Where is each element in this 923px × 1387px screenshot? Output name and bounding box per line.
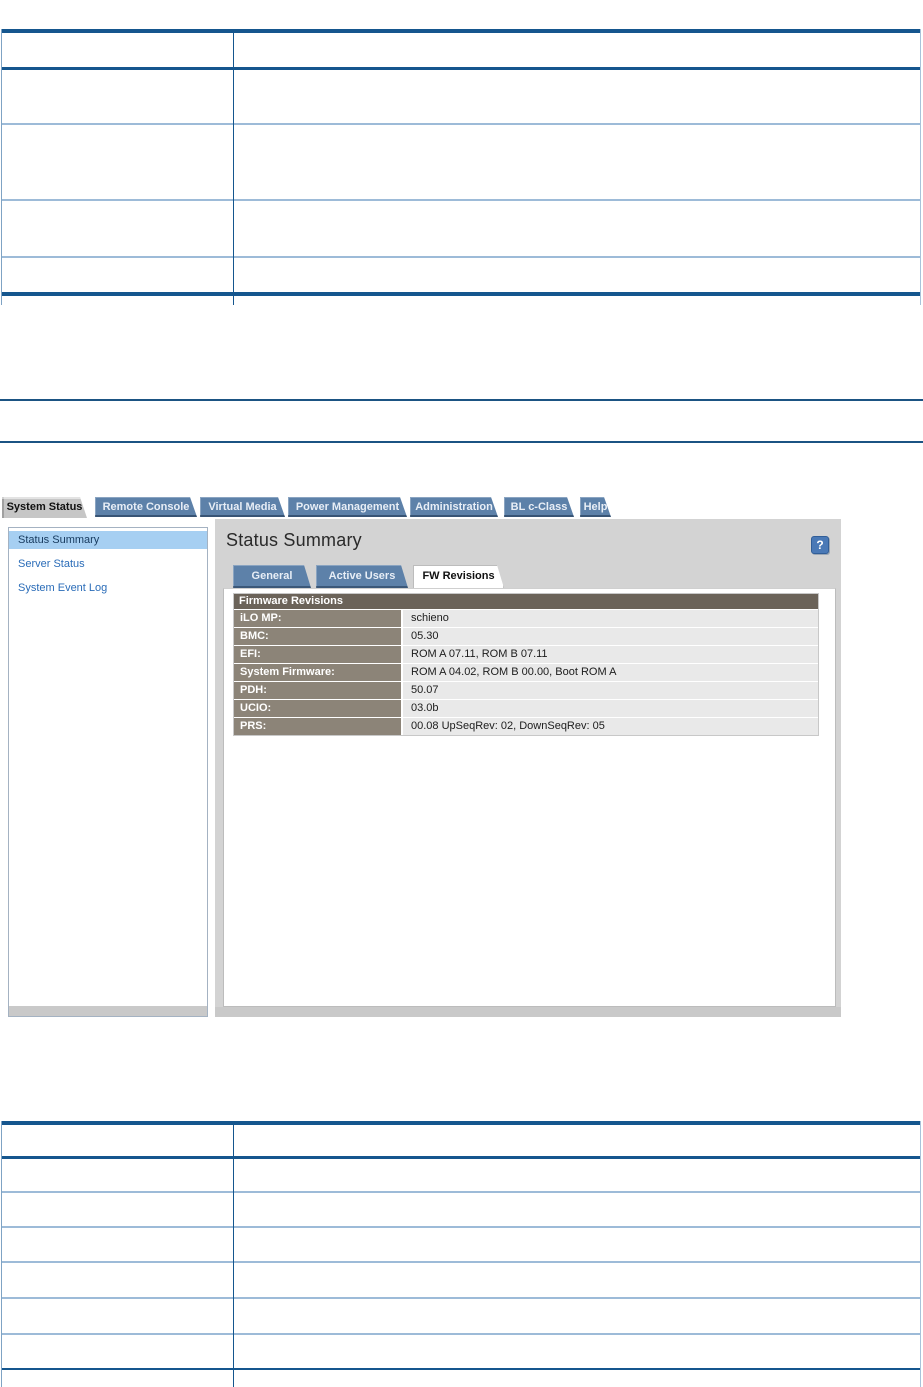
table-row (2, 1159, 920, 1193)
fw-table-header: Firmware Revisions (234, 594, 818, 609)
fw-row-bmc: BMC: 05.30 (234, 627, 818, 645)
fw-row-efi: EFI: ROM A 07.11, ROM B 07.11 (234, 645, 818, 663)
sidebar-item-status-summary[interactable]: Status Summary (9, 531, 207, 549)
table-row (2, 1263, 920, 1299)
column-divider (233, 1121, 234, 1387)
column-divider (233, 29, 234, 305)
fw-label: UCIO: (234, 699, 403, 717)
fw-label: EFI: (234, 645, 403, 663)
fw-row-pdh: PDH: 50.07 (234, 681, 818, 699)
table-row (2, 1125, 920, 1159)
subtab-fw-revisions[interactable]: FW Revisions (413, 565, 504, 588)
table-row (2, 258, 920, 292)
table-bottom-border (2, 292, 920, 296)
fw-value: ROM A 04.02, ROM B 00.00, Boot ROM A (403, 663, 818, 681)
page-title: Status Summary (226, 530, 362, 550)
document-page: System Status Remote Console Virtual Med… (0, 0, 923, 1387)
tab-power-management[interactable]: Power Management (288, 497, 407, 517)
fw-label: PRS: (234, 717, 403, 735)
horizontal-rule (0, 399, 923, 401)
sidebar-shadow (9, 1006, 207, 1016)
tab-system-status[interactable]: System Status (2, 497, 87, 518)
fw-row-system-firmware: System Firmware: ROM A 04.02, ROM B 00.0… (234, 663, 818, 681)
sidebar-item-system-event-log[interactable]: System Event Log (9, 579, 207, 597)
ilo-screenshot: System Status Remote Console Virtual Med… (2, 497, 862, 1018)
fw-label: iLO MP: (234, 609, 403, 627)
subtab-bar: General Active Users FW Revisions (233, 565, 509, 588)
table-row (2, 33, 920, 70)
fw-row-ilo-mp: iLO MP: schieno (234, 609, 818, 627)
content-panel: Firmware Revisions iLO MP: schieno BMC: … (223, 588, 836, 1007)
fw-value: 00.08 UpSeqRev: 02, DownSeqRev: 05 (403, 717, 818, 735)
fw-value: ROM A 07.11, ROM B 07.11 (403, 645, 818, 663)
tab-bl-c-class[interactable]: BL c-Class (504, 497, 574, 517)
main-panel: Status Summary ? General Active Users FW… (215, 519, 841, 1017)
bottom-table (1, 1121, 921, 1387)
fw-label: System Firmware: (234, 663, 403, 681)
fw-value: schieno (403, 609, 818, 627)
tab-remote-console[interactable]: Remote Console (95, 497, 197, 517)
table-row (2, 1228, 920, 1263)
fw-value: 50.07 (403, 681, 818, 699)
tab-administration[interactable]: Administration (410, 497, 498, 517)
sidebar: Status Summary Server Status System Even… (8, 527, 208, 1017)
fw-label: BMC: (234, 627, 403, 645)
fw-value: 05.30 (403, 627, 818, 645)
main-tab-bar: System Status Remote Console Virtual Med… (2, 497, 862, 518)
table-row (2, 70, 920, 125)
tab-virtual-media[interactable]: Virtual Media (200, 497, 285, 517)
table-row (2, 1335, 920, 1370)
subtab-active-users[interactable]: Active Users (316, 565, 408, 588)
sidebar-item-server-status[interactable]: Server Status (9, 555, 207, 573)
main-panel-shadow (215, 1007, 841, 1017)
fw-row-ucio: UCIO: 03.0b (234, 699, 818, 717)
top-table (1, 29, 921, 305)
fw-value: 03.0b (403, 699, 818, 717)
fw-revisions-table: Firmware Revisions iLO MP: schieno BMC: … (233, 593, 819, 736)
fw-row-prs: PRS: 00.08 UpSeqRev: 02, DownSeqRev: 05 (234, 717, 818, 735)
table-row (2, 1193, 920, 1228)
horizontal-rule (0, 441, 923, 443)
table-row (2, 1299, 920, 1335)
table-row (2, 201, 920, 258)
subtab-general[interactable]: General (233, 565, 311, 588)
table-row (2, 125, 920, 201)
tab-help[interactable]: Help (580, 497, 611, 517)
help-button[interactable]: ? (811, 536, 829, 554)
fw-label: PDH: (234, 681, 403, 699)
